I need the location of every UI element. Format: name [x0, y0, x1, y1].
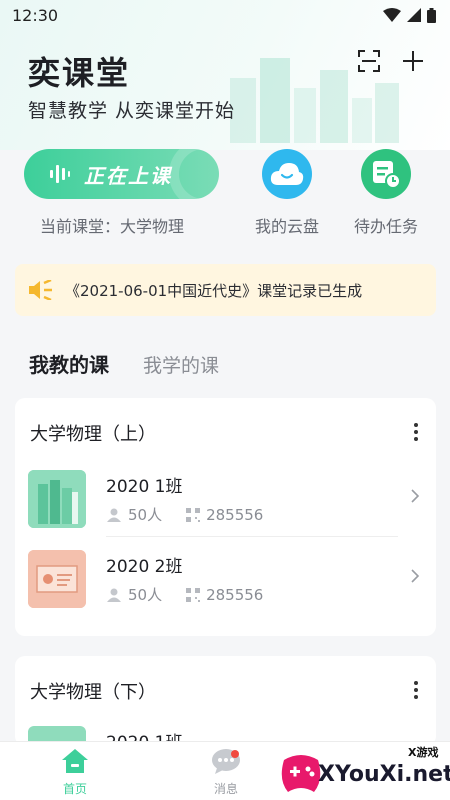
class-name: 2020 2班 — [106, 557, 183, 577]
unread-badge — [231, 750, 239, 758]
more-dot — [414, 695, 418, 699]
more-dot — [414, 430, 418, 434]
tab-learning[interactable]: 我学的课 — [143, 351, 219, 378]
class-row[interactable]: 2020 1班 50人 285556 — [15, 470, 436, 550]
course-card: 大学物理（下） 2020 1班 — [15, 656, 436, 746]
nav-messages[interactable]: 消息 — [191, 748, 261, 797]
cloud-circle — [262, 149, 312, 199]
todo-circle — [361, 149, 411, 199]
class-name: 2020 1班 — [106, 477, 183, 497]
todo-icon — [373, 161, 401, 189]
nav-home-label: 首页 — [62, 782, 87, 796]
more-dot — [414, 423, 418, 427]
more-button[interactable] — [408, 678, 424, 702]
wifi-icon — [383, 8, 401, 22]
app-title: 奕课堂 — [28, 54, 131, 92]
signal-icon — [407, 8, 421, 22]
scan-icon — [358, 50, 380, 72]
battery-icon — [427, 7, 436, 23]
student-count: 50人 — [128, 586, 163, 604]
qrcode-icon — [186, 507, 201, 522]
class-meta: 50人 285556 — [106, 584, 287, 605]
cloud-disk-label: 我的云盘 — [254, 217, 319, 236]
cloud-disk-button[interactable]: 我的云盘 — [242, 149, 332, 237]
scan-button[interactable] — [356, 48, 382, 74]
app-slogan: 智慧教学 从奕课堂开始 — [28, 100, 236, 122]
class-thumbnail — [28, 550, 86, 608]
notice-text: 《2021-06-01中国近代史》课堂记录已生成 — [65, 281, 363, 300]
class-thumbnail — [28, 470, 86, 528]
speaker-icon — [29, 280, 52, 300]
watermark: X游戏 XYouXi.net — [278, 740, 450, 800]
class-row[interactable]: 2020 2班 50人 285556 — [15, 550, 436, 630]
binders-icon — [28, 470, 86, 528]
chevron-right-icon — [411, 489, 420, 503]
nav-messages-label: 消息 — [213, 782, 238, 796]
in-class-label: 正在上课 — [84, 163, 172, 188]
class-code: 285556 — [206, 505, 264, 524]
course-title: 大学物理（下） — [30, 682, 156, 703]
row-divider — [106, 536, 398, 537]
course-card: 大学物理（上） 2020 1班 50人 285556 2020 2班 50人 2… — [15, 398, 436, 636]
more-dot — [414, 437, 418, 441]
class-meta: 50人 285556 — [106, 504, 287, 525]
todo-button[interactable]: 待办任务 — [341, 149, 431, 237]
cloud-icon — [270, 163, 304, 185]
watermark-small-text: X游戏 — [408, 746, 439, 759]
tab-teaching[interactable]: 我教的课 — [29, 349, 109, 378]
qrcode-icon — [186, 587, 201, 602]
people-icon — [107, 508, 121, 522]
notice-bar[interactable]: 《2021-06-01中国近代史》课堂记录已生成 — [15, 264, 436, 316]
todo-label: 待办任务 — [353, 217, 418, 236]
status-bar: 12:30 — [0, 0, 450, 30]
class-code: 285556 — [206, 585, 264, 604]
status-time: 12:30 — [12, 5, 59, 25]
button-decoration — [169, 149, 219, 199]
people-icon — [107, 588, 121, 602]
current-class-text: 当前课堂：大学物理 — [40, 217, 185, 236]
plus-icon — [403, 51, 423, 71]
add-button[interactable] — [400, 48, 426, 74]
home-icon — [62, 749, 88, 773]
more-dot — [414, 681, 418, 685]
course-title: 大学物理（上） — [30, 424, 156, 445]
in-class-button[interactable]: 正在上课 — [24, 149, 219, 199]
top-actions — [356, 48, 426, 74]
watermark-text: XYouXi.net — [318, 762, 450, 787]
sound-wave-icon — [50, 165, 70, 183]
more-button[interactable] — [408, 420, 424, 444]
certificate-icon — [28, 550, 86, 608]
more-dot — [414, 688, 418, 692]
student-count: 50人 — [128, 506, 163, 524]
chevron-right-icon — [411, 569, 420, 583]
course-tabs: 我教的课 我学的课 — [29, 349, 219, 378]
nav-home[interactable]: 首页 — [40, 748, 110, 797]
